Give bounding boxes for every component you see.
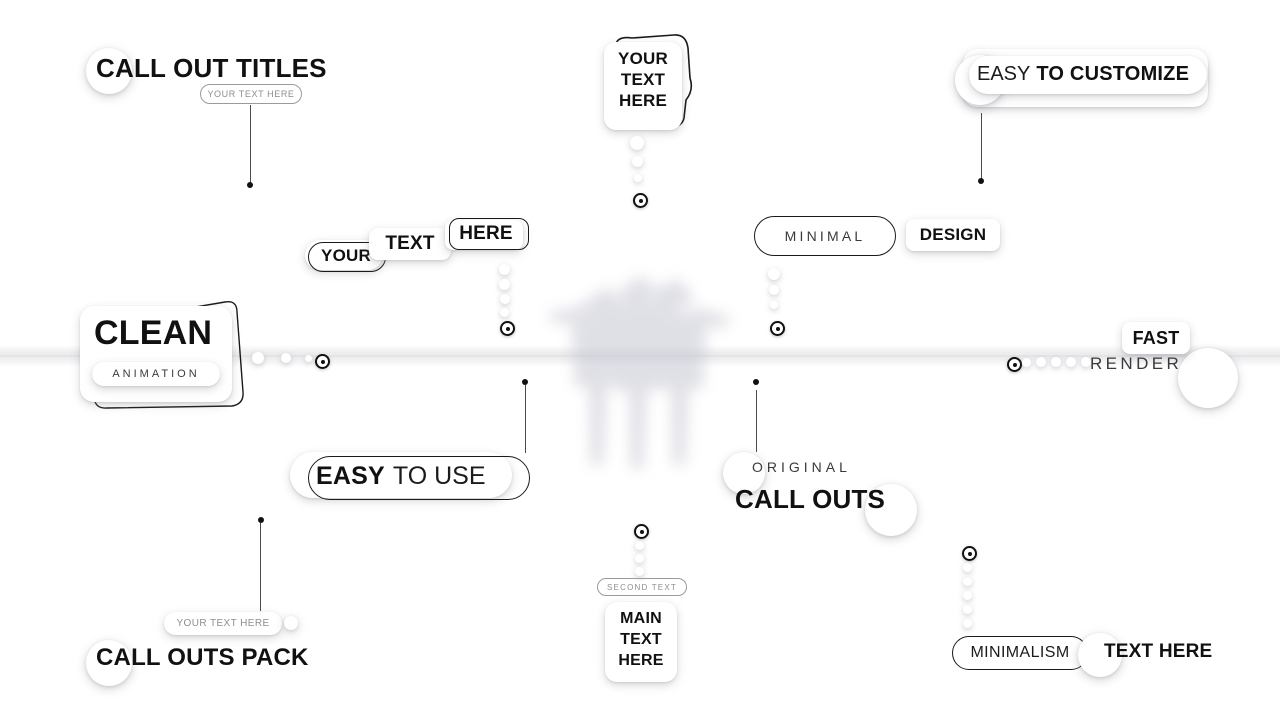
main-text-line-1: MAIN — [620, 610, 662, 627]
trail-circle — [630, 136, 644, 150]
main-text-line-2: TEXT — [620, 631, 662, 648]
trail-circle — [499, 279, 510, 290]
trail-circle — [499, 264, 510, 275]
call-outs-label: CALL OUTS — [735, 484, 886, 514]
minimalism-pill[interactable]: MINIMALISM — [952, 636, 1088, 670]
trail-circle — [635, 541, 644, 550]
trail-end-ring-dot — [770, 321, 785, 336]
design-label: DESIGN — [919, 225, 987, 244]
here-label: HERE — [459, 223, 513, 244]
trail-circle — [1081, 357, 1091, 367]
animation-label: ANIMATION — [112, 368, 200, 380]
connector-line-call-out-titles — [250, 105, 252, 183]
connector-end-dot-easy-to-use — [522, 379, 528, 385]
connector-line-original — [756, 390, 758, 452]
trail-circle — [963, 619, 972, 628]
trail-end-ring-dot — [633, 193, 648, 208]
trail-end-ring-dot — [962, 546, 977, 561]
minimal-label: MINIMAL — [784, 228, 866, 244]
easy-customize-light: EASY — [977, 63, 1031, 85]
connector-line-easy-to-use — [525, 385, 527, 453]
text-here-label: TEXT HERE — [1104, 641, 1213, 662]
trail-circle — [635, 554, 644, 563]
trail-circle — [963, 591, 972, 600]
minimalism-label: MINIMALISM — [970, 644, 1070, 661]
connector-end-dot-original — [753, 379, 759, 385]
call-outs-pack-badge-pill[interactable]: YOUR TEXT HERE — [164, 612, 282, 635]
trail-circle — [634, 174, 642, 182]
trail-circle — [768, 268, 780, 280]
original-label: ORIGINAL — [752, 459, 851, 475]
main-text-lines: MAIN TEXT HERE — [605, 608, 677, 671]
easy-to-use-text: EASY TO USE — [316, 462, 486, 491]
call-outs-pack-title: CALL OUTS PACK — [96, 644, 309, 671]
trail-circle — [635, 567, 644, 576]
trail-circle — [252, 352, 264, 364]
animation-pill[interactable]: ANIMATION — [92, 362, 220, 386]
your-text-line-1: YOUR — [618, 49, 668, 68]
fast-label: FAST — [1132, 327, 1180, 348]
easy-bold: EASY — [316, 462, 385, 490]
second-text-label: SECOND TEXT — [607, 582, 677, 592]
trail-circle — [963, 605, 972, 614]
design-box[interactable]: DESIGN — [906, 219, 1000, 251]
easy-customize-bold: TO CUSTOMIZE — [1036, 63, 1190, 85]
trail-circle — [769, 285, 779, 295]
trail-circle — [281, 353, 291, 363]
trail-circle — [963, 577, 972, 586]
connector-end-dot-easy-customize — [978, 178, 984, 184]
easy-customize-text: EASY TO CUSTOMIZE — [977, 63, 1189, 86]
accent-circle — [1178, 348, 1238, 408]
render-label: RENDER — [1090, 354, 1183, 373]
connector-end-dot-call-out-titles — [247, 182, 253, 188]
your-text-here-lines: YOUR TEXT HERE — [604, 48, 682, 111]
call-outs-pack-badge: YOUR TEXT HERE — [176, 618, 270, 629]
fast-box[interactable]: FAST — [1122, 322, 1190, 354]
main-text-line-3: HERE — [618, 652, 664, 669]
your-text-line-3: HERE — [618, 91, 668, 110]
trail-circle — [1022, 358, 1031, 367]
badge-accent-circle — [284, 616, 298, 630]
minimal-pill[interactable]: MINIMAL — [754, 216, 896, 256]
text-label: TEXT — [385, 233, 435, 254]
callout-titles-canvas: CALL OUT TITLES YOUR TEXT HERE YOUR TEXT… — [0, 0, 1280, 720]
trail-end-ring-dot — [500, 321, 515, 336]
clean-title: CLEAN — [94, 314, 213, 352]
call-out-titles-subtitle-pill[interactable]: YOUR TEXT HERE — [200, 84, 302, 104]
call-out-titles-title: CALL OUT TITLES — [96, 53, 327, 83]
trail-circle — [305, 355, 312, 362]
watermark-silhouette — [549, 275, 729, 469]
trail-circle — [632, 156, 643, 167]
trail-end-ring-dot — [634, 524, 649, 539]
trail-circle — [1066, 357, 1076, 367]
trail-end-ring-dot — [1007, 357, 1022, 372]
trail-circle — [1051, 357, 1061, 367]
to-use-light: TO USE — [392, 462, 486, 490]
connector-line-call-outs-pack — [260, 523, 262, 611]
your-text-line-2: TEXT — [620, 70, 666, 89]
trail-circle — [500, 294, 510, 304]
trail-circle — [1036, 357, 1046, 367]
trail-circle — [770, 301, 778, 309]
trail-circle — [963, 563, 972, 572]
trail-circle — [500, 308, 509, 317]
trail-end-ring-dot — [315, 354, 330, 369]
connector-line-easy-customize — [981, 113, 983, 179]
second-text-pill[interactable]: SECOND TEXT — [597, 578, 687, 596]
call-out-titles-subtitle: YOUR TEXT HERE — [207, 89, 295, 99]
